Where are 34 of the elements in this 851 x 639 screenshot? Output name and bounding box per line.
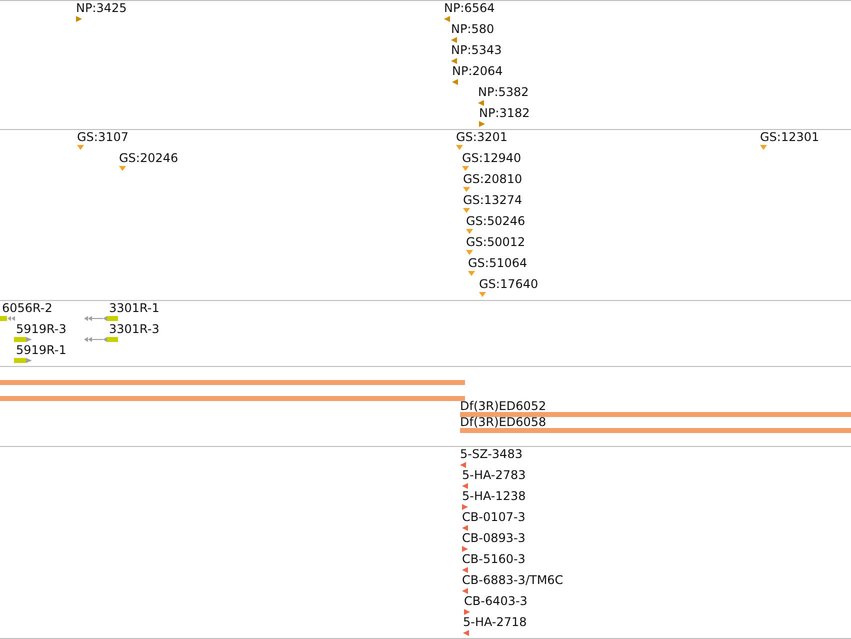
- feature-label: GS:20810: [463, 172, 522, 186]
- construct-label: 3301R-1: [109, 301, 160, 315]
- feature-label: GS:3201: [456, 130, 508, 144]
- feature-label: CB-0107-3: [462, 510, 526, 524]
- feature-label: GS:12301: [760, 130, 820, 144]
- range-label: Df(3R)ED6058: [460, 417, 546, 428]
- feature-label: GS:20246: [119, 151, 178, 165]
- feature-label: GS:50246: [466, 214, 526, 228]
- feature-label: GS:17640: [479, 277, 538, 291]
- range-label: Df(3R)ED6052: [460, 401, 546, 412]
- feature-label: 5-SZ-3483: [460, 447, 522, 461]
- feature-label: NP:3182: [479, 106, 530, 120]
- construct-label: 3301R-3: [109, 322, 160, 336]
- feature-label: GS:50012: [466, 235, 526, 249]
- feature-label: GS:13274: [463, 193, 522, 207]
- feature-label: GS:51064: [468, 256, 528, 270]
- feature-label: 5-HA-1238: [462, 489, 526, 503]
- construct-label: 6056R-2: [2, 301, 52, 315]
- feature-label: CB-6883-3/TM6C: [462, 573, 564, 587]
- feature-label: NP:5382: [478, 85, 529, 99]
- feature-label: NP:5343: [451, 43, 502, 57]
- feature-label: 5-HA-2783: [462, 468, 526, 482]
- construct-label: 5919R-1: [16, 343, 66, 357]
- feature-label: GS:12940: [462, 151, 522, 165]
- feature-label: NP:3425: [76, 1, 127, 15]
- feature-label: NP:6564: [444, 1, 495, 15]
- construct-label: 5919R-3: [16, 322, 66, 336]
- feature-label: NP:2064: [452, 64, 503, 78]
- feature-label: CB-0893-3: [462, 531, 526, 545]
- feature-label: NP:580: [451, 22, 494, 36]
- feature-label: 5-HA-2718: [463, 615, 527, 629]
- feature-label: GS:3107: [77, 130, 128, 144]
- feature-label: CB-5160-3: [462, 552, 526, 566]
- feature-label: CB-6403-3: [464, 594, 528, 608]
